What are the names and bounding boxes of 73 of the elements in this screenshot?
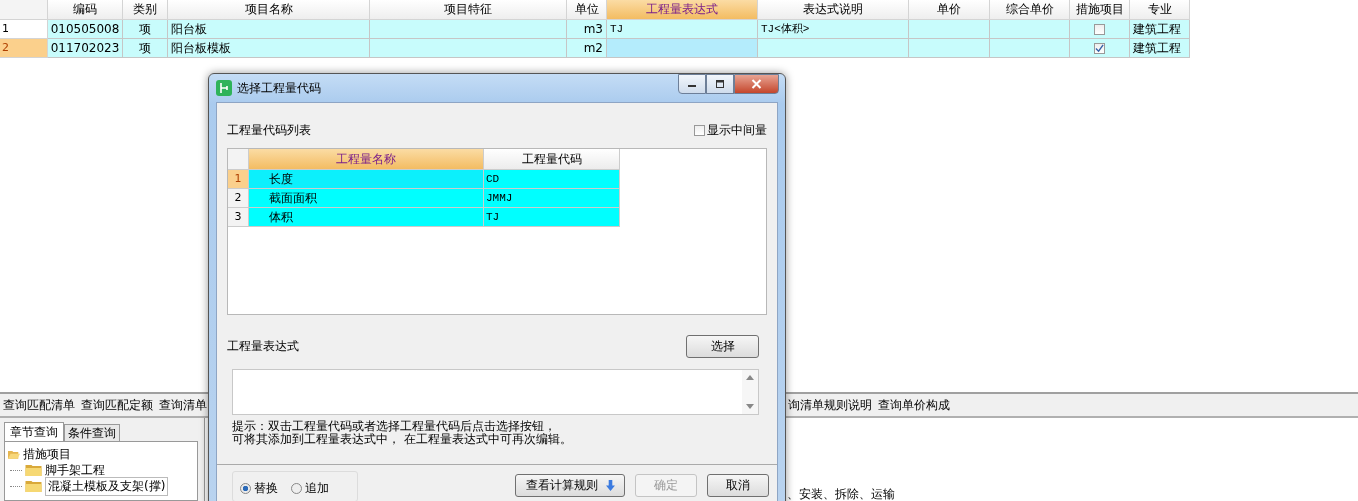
tab[interactable]: 条件查询 [64,424,120,441]
column-header[interactable]: 综合单价 [990,0,1070,20]
table-cell: 项 [123,39,168,58]
table-cell[interactable]: TJ [484,208,620,227]
column-header[interactable]: 项目特征 [370,0,567,20]
app-icon [216,80,232,96]
expression-field[interactable] [232,369,759,415]
row-number: 1 [228,170,249,189]
tree-item[interactable]: 脚手架工程 [45,461,105,479]
table-cell: TJ [607,20,758,39]
checkbox[interactable] [1094,23,1105,35]
table-cell: m2 [567,39,607,58]
query-link[interactable]: 查询匹配定额 [81,396,153,414]
table-cell: 011702023 [48,39,123,58]
expression-label: 工程量表达式 [227,337,299,355]
tree-item[interactable]: 措施项目 [23,445,71,463]
table-cell: 阳台板模板 [168,39,370,58]
row-number: 3 [228,208,249,227]
window-title: 选择工程量代码 [237,79,321,97]
tree-item[interactable]: 混凝土模板及支架(撑) [45,476,169,496]
scroll-down-icon[interactable] [746,404,754,409]
query-link[interactable]: 查询匹配清单 [3,396,75,414]
row-number: 1 [0,20,48,39]
column-header[interactable]: 表达式说明 [758,0,909,20]
table-cell[interactable]: 长度 [249,170,484,189]
query-link[interactable]: 查询单价构成 [878,396,950,414]
rules-button[interactable]: 查看计算规则 [515,474,625,497]
table-cell[interactable]: 截面面积 [249,189,484,208]
maximize-button[interactable] [706,74,734,94]
column-header[interactable]: 措施项目 [1070,0,1130,20]
minimize-button[interactable] [678,74,706,94]
column-header[interactable]: 工程量表达式 [607,0,758,20]
show-intermediate-checkbox[interactable]: 显示中间量 [694,121,767,139]
table-cell: m3 [567,20,607,39]
table-cell[interactable]: JMMJ [484,189,620,208]
column-header[interactable]: 专业 [1130,0,1190,20]
table-cell: 010505008 [48,20,123,39]
table-cell: 阳台板 [168,20,370,39]
table-cell[interactable]: 体积 [249,208,484,227]
table-cell: 项 [123,20,168,39]
mode-radio[interactable]: 替换 [240,480,278,497]
column-header[interactable]: 工程量代码 [484,149,620,170]
query-link[interactable]: 询清单规则说明 [788,396,872,414]
hint-text: 提示：双击工程量代码或者选择工程量代码后点击选择按钮， 可将其添加到工程量表达式中， 在工程量表达式中可再次编辑。 [232,420,573,446]
table-cell: TJ<体积> [758,20,909,39]
column-header[interactable]: 编码 [48,0,123,20]
table-cell: 建筑工程 [1130,20,1190,39]
content-text: 、安装、拆除、运输 [787,487,895,501]
mode-radio[interactable]: 追加 [291,480,329,497]
dialog-button[interactable]: 取消 [707,474,769,497]
column-header[interactable]: 工程量名称 [249,149,484,170]
close-button[interactable] [734,74,779,94]
column-header[interactable]: 单位 [567,0,607,20]
folder-icon [25,464,42,476]
arrow-down-icon [605,480,615,491]
list-label: 工程量代码列表 [227,121,311,139]
select-button[interactable]: 选择 [686,334,759,358]
scroll-up-icon[interactable] [746,375,754,380]
column-header[interactable]: 项目名称 [168,0,370,20]
table-cell[interactable]: CD [484,170,620,189]
query-link[interactable]: 查询清单 [159,396,207,414]
row-number: 2 [0,39,48,58]
column-header[interactable]: 单价 [909,0,990,20]
folder-icon [25,480,42,492]
close-icon [751,79,762,89]
header-corner-cell [0,0,48,20]
checkbox[interactable] [1094,42,1105,54]
scrollbar[interactable] [742,370,758,414]
maximize-icon [715,80,725,88]
column-header[interactable]: 类别 [123,0,168,20]
row-number: 2 [228,189,249,208]
table-cell: 建筑工程 [1130,39,1190,58]
tab[interactable]: 章节查询 [4,422,64,441]
